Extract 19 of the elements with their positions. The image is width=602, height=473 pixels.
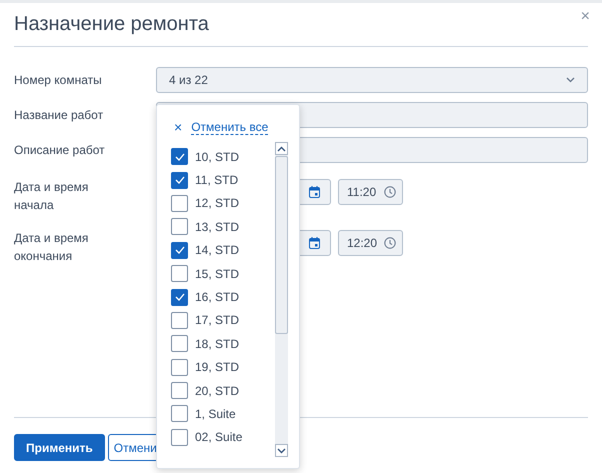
field-label: Описание работ (14, 142, 106, 159)
field-label: Дата и время начала (14, 179, 90, 214)
option-label: 14, STD (195, 242, 240, 260)
option-label: 16, STD (195, 289, 240, 306)
option-label: 10, STD (195, 148, 240, 166)
option-label: 12, STD (195, 195, 240, 212)
option-label: 19, STD (195, 359, 240, 376)
field-label: Номер комнаты (14, 72, 103, 89)
field-label: Дата и время окончания (14, 230, 90, 265)
option-label: 15, STD (195, 266, 240, 283)
option-label: 02, Suite (195, 429, 242, 446)
option-label: 18, STD (195, 336, 240, 353)
dialog-title: Назначение ремонта (14, 12, 209, 37)
field-label: Название работ (14, 107, 104, 124)
option-label: 13, STD (195, 218, 240, 236)
option-label: 20, STD (195, 382, 240, 400)
option-label: 1, Suite (195, 406, 236, 423)
option-label: 11, STD (195, 172, 238, 190)
option-label: 17, STD (195, 312, 240, 330)
